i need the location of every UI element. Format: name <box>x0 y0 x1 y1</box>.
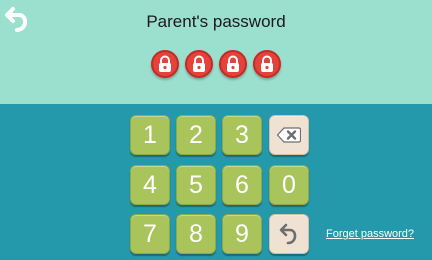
key-label: 1 <box>143 120 157 149</box>
key-label: 3 <box>235 120 249 149</box>
key-label: 9 <box>235 219 249 248</box>
key-7[interactable]: 7 <box>130 214 170 254</box>
padlock-icon <box>227 55 239 72</box>
key-label: 8 <box>189 219 203 248</box>
key-label: 7 <box>143 219 157 248</box>
padlock-icon <box>159 55 171 72</box>
key-8[interactable]: 8 <box>176 214 216 254</box>
key-label: 2 <box>189 120 203 149</box>
key-0[interactable]: 0 <box>269 165 309 205</box>
lock-slot-2 <box>185 50 213 78</box>
key-4[interactable]: 4 <box>130 165 170 205</box>
key-1[interactable]: 1 <box>130 115 170 155</box>
padlock-icon <box>193 55 205 72</box>
backspace-icon <box>277 127 301 143</box>
return-button[interactable] <box>269 214 309 254</box>
padlock-icon <box>261 55 273 72</box>
key-6[interactable]: 6 <box>222 165 262 205</box>
key-label: 5 <box>189 170 203 199</box>
header-panel: Parent's password <box>0 0 432 104</box>
lock-slot-1 <box>151 50 179 78</box>
key-2[interactable]: 2 <box>176 115 216 155</box>
forget-password-link[interactable]: Forget password? <box>326 228 414 240</box>
key-3[interactable]: 3 <box>222 115 262 155</box>
key-5[interactable]: 5 <box>176 165 216 205</box>
key-label: 4 <box>143 170 157 199</box>
key-label: 6 <box>235 170 249 199</box>
lock-slot-3 <box>219 50 247 78</box>
page-title: Parent's password <box>146 12 286 31</box>
return-arrow-icon <box>279 223 297 245</box>
key-9[interactable]: 9 <box>222 214 262 254</box>
delete-button[interactable] <box>269 115 309 155</box>
lock-slot-4 <box>253 50 281 78</box>
key-label: 0 <box>282 170 296 199</box>
number-keypad: 1 2 3 4 5 6 0 7 8 9 <box>130 115 309 255</box>
password-indicator <box>151 50 281 78</box>
